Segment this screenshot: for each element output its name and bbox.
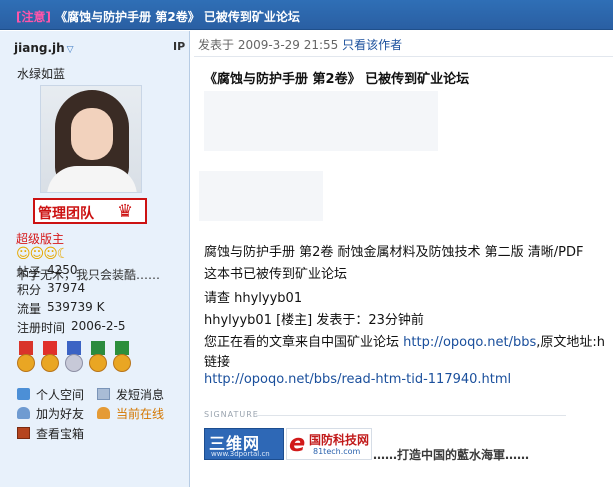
ip-button[interactable]: IP — [173, 40, 185, 53]
post-title: 《腐蚀与防护手册 第2卷》 已被传到矿业论坛 — [204, 72, 470, 87]
thread-title-text: 《腐蚀与防护手册 第2卷》 已被传到矿业论坛 — [55, 10, 300, 24]
avatar-face — [71, 108, 113, 160]
rank-stars: ☺☺☺☾ — [16, 246, 70, 262]
image-placeholder — [199, 171, 323, 221]
add-user-icon — [17, 407, 30, 419]
view-treasure-label[interactable]: 查看宝箱 — [36, 427, 84, 441]
author-motto: 水绿如蓝 — [17, 67, 66, 81]
image-placeholder — [204, 91, 438, 151]
medal-icon[interactable] — [16, 341, 36, 375]
user-online-icon — [97, 407, 110, 419]
personal-space-link[interactable]: 个人空间 — [17, 386, 84, 403]
only-author-link[interactable]: 只看该作者 — [342, 38, 402, 52]
source-url-label: ,原文地址:h — [536, 335, 605, 350]
smiley-icon: ☺☺☺ — [16, 246, 58, 262]
stat-value: 4250 — [47, 263, 78, 277]
post-text-line: hhylyyb01 [楼主] 发表于：23分钟前 — [204, 313, 424, 328]
medal-row — [16, 341, 134, 375]
stat-register-date: 注册时间 2006-2-5 — [17, 319, 125, 336]
stat-value: 539739 K — [47, 300, 105, 314]
personal-space-label[interactable]: 个人空间 — [36, 388, 84, 402]
signature-slogan: ……打造中国的藍水海軍…… — [373, 448, 530, 462]
stat-label: 帖子 — [17, 265, 42, 279]
forum-link[interactable]: http://opoqo.net/bbs — [403, 335, 536, 350]
post-text-line: 这本书已被传到矿业论坛 — [204, 267, 348, 282]
stat-posts: 帖子 4250 — [17, 263, 78, 280]
stat-points: 积分 37974 — [17, 281, 85, 298]
medal-icon[interactable] — [88, 341, 108, 375]
thread-title-bar: [注意] 《腐蚀与防护手册 第2卷》 已被传到矿业论坛 — [0, 0, 613, 30]
source-text: 您正在看的文章来自中国矿业论坛 — [204, 335, 404, 350]
envelope-icon — [97, 388, 110, 400]
crown-icon: ♛ — [117, 201, 134, 222]
group-badge: 管理团队 ♛ — [33, 198, 147, 224]
send-message-link[interactable]: 发短消息 — [97, 386, 164, 403]
81tech-logo-text: 国防科技网 — [309, 433, 370, 447]
stat-traffic: 流量 539739 K — [17, 300, 105, 317]
post-text-line: 链接 — [204, 355, 231, 370]
online-status-label: 当前在线 — [116, 407, 165, 421]
avatar[interactable] — [40, 85, 142, 193]
home-icon — [17, 388, 30, 400]
3dportal-logo[interactable]: 三维网 www.3dportal.cn — [204, 428, 284, 460]
signature-divider — [256, 415, 566, 416]
author-sidebar: jiang.jh ▽ IP 水绿如蓝 管理团队 ♛ 超级版主 ☺☺☺☾ 不学无术，… — [0, 31, 190, 487]
post-text-line: 腐蚀与防护手册 第2卷 耐蚀金属材料及防蚀技术 第二版 清晰/PDF — [204, 245, 584, 260]
81tech-logo-mark: e — [289, 429, 306, 457]
medal-icon[interactable] — [112, 341, 132, 375]
81tech-logo-url: 81tech.com — [313, 447, 361, 456]
81tech-logo[interactable]: e 国防科技网 81tech.com — [286, 428, 372, 460]
view-treasure-link[interactable]: 查看宝箱 — [17, 425, 84, 442]
stat-label: 流量 — [17, 302, 42, 316]
author-name-text[interactable]: jiang.jh — [14, 41, 65, 55]
medal-icon[interactable] — [40, 341, 60, 375]
post-text-line: 您正在看的文章来自中国矿业论坛 http://opoqo.net/bbs,原文地… — [204, 331, 605, 350]
thread-title: [注意] 《腐蚀与防护手册 第2卷》 已被传到矿业论坛 — [16, 8, 300, 25]
post-text-line: 请查 hhylyyb01 — [204, 291, 303, 306]
author-role: 超级版主 — [16, 232, 65, 246]
chevron-down-icon[interactable]: ▽ — [67, 45, 74, 55]
signature-label: SIGNATURE — [204, 410, 259, 419]
post-meta: 发表于 2009-3-29 21:55 只看该作者 — [198, 36, 402, 53]
post-divider — [194, 56, 613, 57]
post-text-line: http://opoqo.net/bbs/read-htm-tid-117940… — [204, 372, 511, 387]
moon-icon: ☾ — [56, 246, 70, 262]
medal-icon[interactable] — [64, 341, 84, 375]
avatar-shirt — [47, 166, 137, 192]
stat-label: 积分 — [17, 283, 42, 297]
send-message-label[interactable]: 发短消息 — [116, 388, 164, 402]
treasure-chest-icon — [17, 427, 30, 439]
notice-tag[interactable]: [注意] — [16, 10, 51, 24]
add-friend-link[interactable]: 加为好友 — [17, 405, 84, 422]
post-date: 发表于 2009-3-29 21:55 — [198, 38, 339, 52]
online-status: 当前在线 — [97, 405, 164, 422]
author-name[interactable]: jiang.jh ▽ — [14, 41, 74, 55]
stat-value: 37974 — [47, 281, 86, 295]
add-friend-label[interactable]: 加为好友 — [36, 407, 84, 421]
stat-value: 2006-2-5 — [71, 319, 126, 333]
thread-link[interactable]: http://opoqo.net/bbs/read-htm-tid-117940… — [204, 372, 511, 387]
stat-label: 注册时间 — [17, 321, 66, 335]
group-badge-label: 管理团队 — [38, 206, 94, 222]
3dportal-logo-url: www.3dportal.cn — [211, 450, 270, 458]
